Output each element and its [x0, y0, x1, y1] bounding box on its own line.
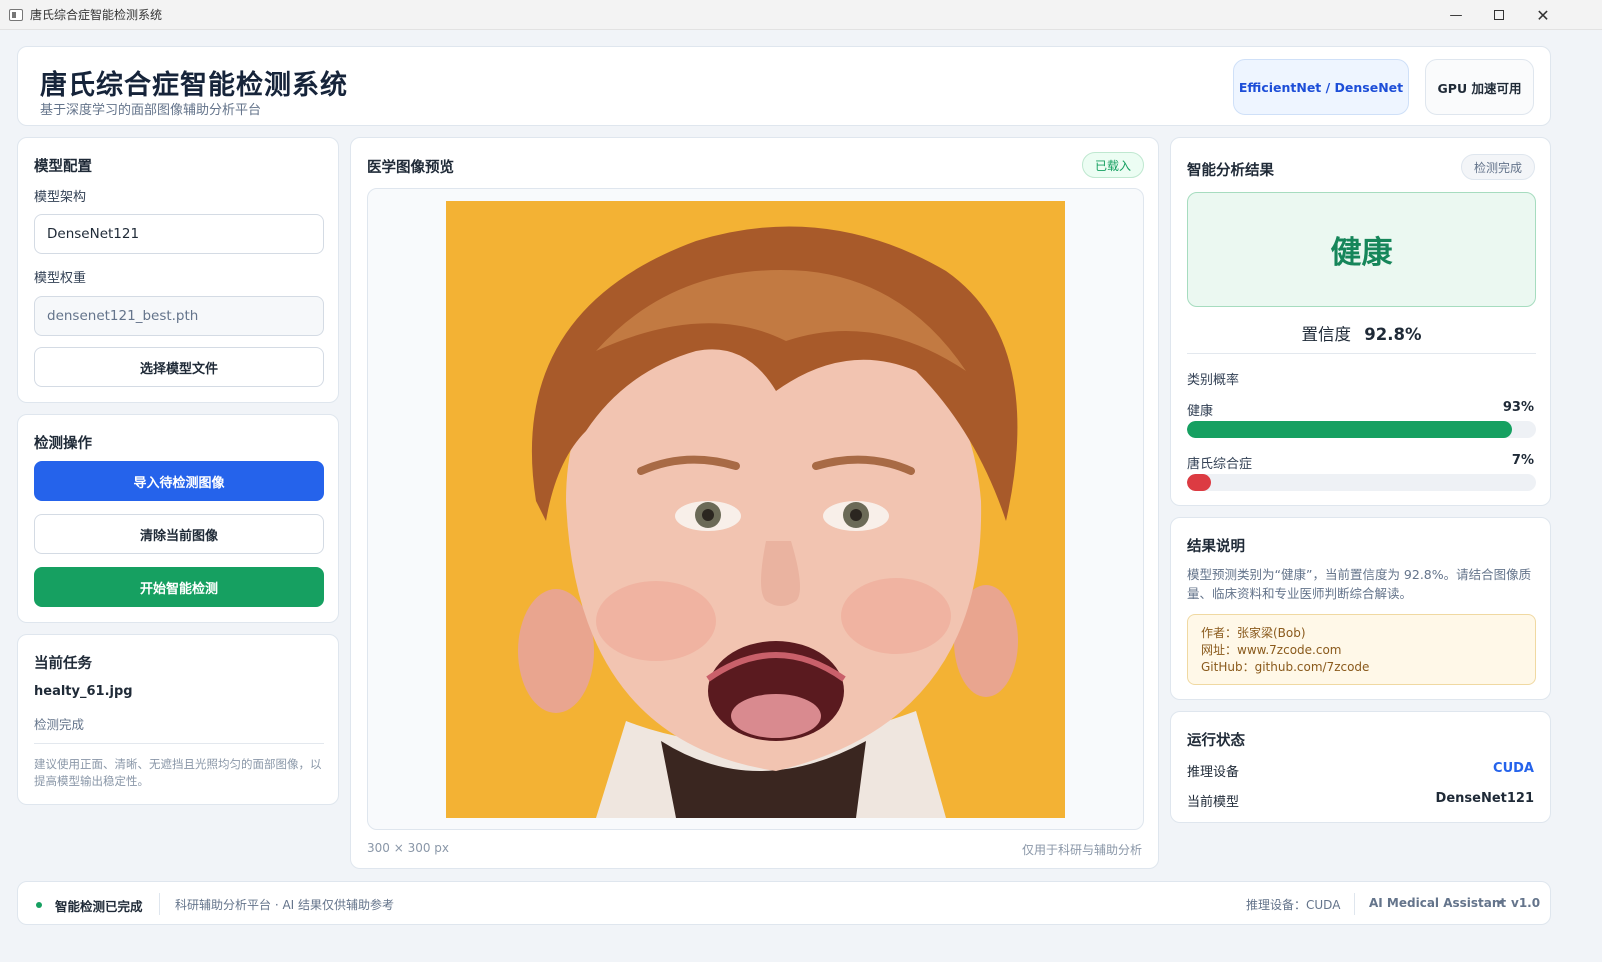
status-dot-icon	[36, 902, 42, 908]
select-model-file-button[interactable]: 选择模型文件	[34, 347, 324, 387]
status-note: 科研辅助分析平台 · AI 结果仅供辅助参考	[175, 898, 395, 912]
maximize-icon[interactable]	[1477, 0, 1521, 30]
divider	[159, 893, 160, 915]
detection-ops-panel: 检测操作 导入待检测图像 清除当前图像 开始智能检测	[17, 414, 339, 623]
task-status: 检测完成	[34, 717, 85, 732]
device-key: 推理设备	[1187, 765, 1240, 780]
import-image-button[interactable]: 导入待检测图像	[34, 461, 324, 501]
probability-bar-fill	[1187, 474, 1212, 491]
model-arch-select[interactable]: DenseNet121	[34, 214, 324, 254]
start-detection-button[interactable]: 开始智能检测	[34, 567, 324, 607]
separator-dot: •	[1497, 896, 1505, 910]
window-title: 唐氏综合症智能检测系统	[30, 8, 163, 22]
divider	[34, 743, 324, 744]
app-icon	[9, 8, 23, 21]
class-percent: 93%	[1502, 400, 1534, 415]
confidence-line: 置信度 92.8%	[1187, 321, 1536, 345]
section-title: 医学图像预览	[367, 160, 454, 176]
page-subtitle: 基于深度学习的面部图像辅助分析平台	[40, 103, 262, 118]
loaded-badge: 已载入	[1082, 152, 1144, 178]
minimize-icon[interactable]: —	[1434, 0, 1478, 30]
task-tip: 建议使用正面、清晰、无遮挡且光照均匀的面部图像，以提高模型输出稳定性。	[34, 757, 322, 788]
status-device: 推理设备：CUDA	[1246, 898, 1341, 912]
task-filename: healty_61.jpg	[34, 684, 133, 699]
class-name: 唐氏综合症	[1187, 457, 1253, 472]
version-text: v1.0	[1511, 896, 1541, 910]
author-info-box: 作者：张家梁(Bob) 网址：www.7zcode.com GitHub：git…	[1187, 614, 1536, 685]
status-bar: 智能检测已完成 科研辅助分析平台 · AI 结果仅供辅助参考 推理设备：CUDA…	[17, 881, 1551, 925]
brand-text: AI Medical Assistant	[1369, 896, 1507, 910]
detection-done-badge: 检测完成	[1461, 154, 1535, 180]
prediction-label: 健康	[1187, 192, 1536, 307]
model-value: DenseNet121	[1435, 791, 1534, 806]
explanation-panel: 结果说明 模型预测类别为“健康”，当前置信度为 92.8%。请结合图像质量、临床…	[1170, 517, 1551, 700]
section-title: 检测操作	[34, 436, 92, 452]
weights-label: 模型权重	[34, 271, 87, 286]
section-title: 当前任务	[34, 656, 92, 672]
website-line[interactable]: 网址：www.7zcode.com	[1201, 642, 1522, 659]
device-value: CUDA	[1493, 761, 1534, 776]
window-titlebar: 唐氏综合症智能检测系统 — ✕	[0, 0, 1602, 30]
class-name: 健康	[1187, 404, 1214, 419]
runtime-status-panel: 运行状态 推理设备 CUDA 当前模型 DenseNet121	[1170, 711, 1551, 823]
confidence-value: 92.8%	[1364, 325, 1422, 344]
divider	[1354, 893, 1355, 915]
explanation-text: 模型预测类别为“健康”，当前置信度为 92.8%。请结合图像质量、临床资料和专业…	[1187, 567, 1532, 601]
disclaimer-text: 仅用于科研与辅助分析	[1021, 843, 1142, 857]
gpu-badge: GPU 加速可用	[1425, 59, 1534, 115]
github-line[interactable]: GitHub：github.com/7zcode	[1201, 659, 1522, 676]
face-photo	[446, 201, 1065, 818]
analysis-result-panel: 智能分析结果 检测完成 健康 置信度 92.8% 类别概率 健康 93% 唐氏综…	[1170, 137, 1551, 506]
close-icon[interactable]: ✕	[1521, 0, 1565, 30]
model-weights-field[interactable]: densenet121_best.pth	[34, 296, 324, 336]
prob-title: 类别概率	[1187, 373, 1240, 388]
arch-label: 模型架构	[34, 190, 87, 205]
current-task-panel: 当前任务 healty_61.jpg 检测完成 建议使用正面、清晰、无遮挡且光照…	[17, 634, 339, 805]
divider	[1187, 353, 1536, 354]
confidence-label: 置信度	[1301, 325, 1352, 344]
class-percent: 7%	[1511, 453, 1534, 468]
face-illustration	[446, 201, 1065, 818]
app-header: 唐氏综合症智能检测系统 基于深度学习的面部图像辅助分析平台 EfficientN…	[17, 46, 1551, 126]
probability-bar	[1187, 421, 1536, 438]
image-size-text: 300 × 300 px	[367, 841, 450, 855]
section-title: 智能分析结果	[1187, 163, 1274, 179]
preview-canvas	[367, 188, 1144, 830]
author-line: 作者：张家梁(Bob)	[1201, 626, 1306, 640]
model-family-badge: EfficientNet / DenseNet	[1233, 59, 1409, 115]
section-title: 运行状态	[1187, 733, 1245, 749]
section-title: 结果说明	[1187, 539, 1245, 555]
status-text: 智能检测已完成	[55, 899, 143, 914]
probability-bar	[1187, 474, 1536, 491]
clear-image-button[interactable]: 清除当前图像	[34, 514, 324, 554]
page-title: 唐氏综合症智能检测系统	[40, 70, 348, 101]
section-title: 模型配置	[34, 159, 92, 175]
probability-bar-fill	[1187, 421, 1512, 438]
image-preview-panel: 医学图像预览 已载入 300 × 300 px 仅用于科研与辅助分析	[350, 137, 1159, 869]
model-config-panel: 模型配置 模型架构 DenseNet121 模型权重 densenet121_b…	[17, 137, 339, 403]
model-key: 当前模型	[1187, 795, 1240, 810]
